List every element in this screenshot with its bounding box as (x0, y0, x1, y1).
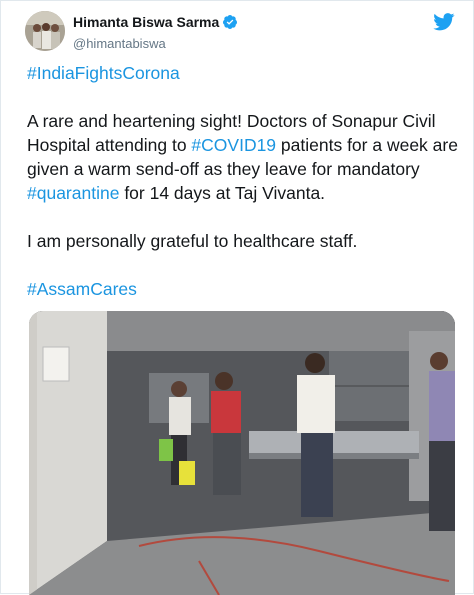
author-handle[interactable]: @himantabiswa (73, 35, 238, 53)
hospital-corridor-image (29, 311, 455, 595)
tweet-text-segment: I am personally grateful to healthcare s… (27, 231, 358, 251)
twitter-bird-icon[interactable] (433, 13, 455, 31)
tweet-card: Himanta Biswa Sarma @himantabiswa #India… (0, 0, 474, 595)
tweet-text-segment: for 14 days at Taj Vivanta. (119, 183, 326, 203)
hashtag-link[interactable]: #quarantine (27, 183, 119, 203)
tweet-text: #IndiaFightsCorona A rare and heartening… (27, 61, 459, 301)
tweet-header: Himanta Biswa Sarma @himantabiswa (25, 11, 455, 51)
profile-avatar[interactable] (25, 11, 65, 51)
author-info: Himanta Biswa Sarma @himantabiswa (73, 13, 238, 53)
verified-badge-icon (222, 14, 238, 35)
author-name[interactable]: Himanta Biswa Sarma (73, 14, 219, 30)
tweet-photo[interactable] (29, 311, 455, 595)
hashtag-link[interactable]: #AssamCares (27, 279, 137, 299)
hashtag-link[interactable]: #IndiaFightsCorona (27, 63, 180, 83)
hashtag-link[interactable]: #COVID19 (191, 135, 276, 155)
avatar-image (25, 11, 65, 51)
